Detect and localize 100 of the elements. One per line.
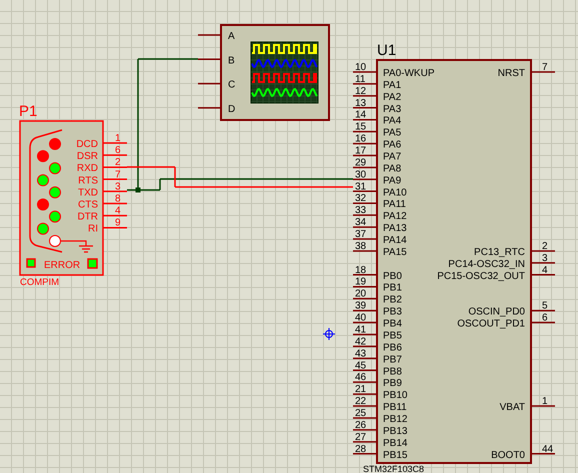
pin-number: 4 <box>115 206 121 217</box>
pin-line <box>353 178 377 180</box>
pin-number: 38 <box>355 240 366 252</box>
pin-label: PA8 <box>383 163 402 174</box>
pin-label: PB11 <box>383 402 407 414</box>
pin-number: 9 <box>115 218 121 229</box>
part-name: STM32F103C8 <box>363 464 424 473</box>
pin-label: PB5 <box>383 330 402 342</box>
pin-number: 31 <box>355 181 366 192</box>
pin-label: PA2 <box>383 92 402 103</box>
pin-line <box>353 405 377 407</box>
pin-line <box>353 274 377 276</box>
pin-number: 28 <box>355 444 366 455</box>
pin-number: 45 <box>355 360 366 372</box>
pin-label: PB12 <box>383 414 408 425</box>
pin-number: 43 <box>355 348 366 360</box>
pin-number: 1 <box>542 396 548 408</box>
pin-line <box>103 166 127 168</box>
pin-label: BOOT0 <box>491 450 525 461</box>
crosshair-icon <box>322 328 336 340</box>
pin-line <box>531 322 555 324</box>
pin-number: 37 <box>355 229 366 240</box>
pin-number: 17 <box>355 146 366 156</box>
pin-label: PB2 <box>383 294 402 306</box>
pin-label: PB6 <box>383 342 402 354</box>
pin-label: PB10 <box>383 390 408 402</box>
pin-label: OSCOUT_PD1 <box>457 318 525 330</box>
pin-number: 25 <box>355 408 366 419</box>
pin-number: 42 <box>355 336 366 348</box>
pin-number: 21 <box>355 384 366 396</box>
pin-number: 5 <box>542 300 548 312</box>
pin-label: PB3 <box>383 306 402 318</box>
pin-label: PA0-WKUP <box>383 68 434 79</box>
pin-line <box>353 429 377 431</box>
pin-number: 40 <box>355 312 366 324</box>
pin-line <box>103 154 127 156</box>
pin-line <box>198 58 221 60</box>
pin-line <box>103 190 127 192</box>
channel-label: B <box>228 55 235 66</box>
pin-number: 4 <box>542 264 548 276</box>
pin-line <box>353 298 377 300</box>
pin-number: 15 <box>355 122 366 133</box>
pin-number: 33 <box>355 205 366 216</box>
pin-line <box>103 226 127 228</box>
pin-line <box>353 238 377 240</box>
pin-number: 6 <box>115 145 121 156</box>
pin-line <box>531 262 555 264</box>
pin-label: PA10 <box>383 187 407 198</box>
pin-line <box>531 310 555 312</box>
pin-line <box>531 250 555 252</box>
pin-number: 14 <box>355 110 366 121</box>
ground-icon <box>60 240 94 253</box>
pin-label: NRST <box>498 68 525 79</box>
pin-line <box>353 214 377 216</box>
channel-label: C <box>228 80 236 91</box>
pin-line <box>353 286 377 288</box>
pin-line <box>353 358 377 360</box>
pin-line <box>353 334 377 336</box>
pin-label: PA11 <box>383 199 406 210</box>
pin-label: PB9 <box>383 378 402 390</box>
pin-line <box>353 393 377 395</box>
pin-label: PA6 <box>383 140 402 151</box>
pin-label: PB1 <box>383 282 402 294</box>
pin-number: 3 <box>115 181 121 192</box>
signal-label: DSR <box>76 151 98 162</box>
pin-number: 22 <box>355 396 366 408</box>
pin-label: PA12 <box>383 211 407 222</box>
signal-label: DCD <box>76 139 98 150</box>
pin-label: PC14-OSC32_IN <box>448 258 525 270</box>
pin-number: 3 <box>542 252 548 264</box>
pin-label: PB0 <box>383 270 402 282</box>
signal-label: RI <box>88 224 98 235</box>
pin-line <box>198 82 221 84</box>
pin-line <box>103 142 127 144</box>
pin-number: 1 <box>115 133 121 144</box>
pin-number: 2 <box>115 157 121 168</box>
pin-label: PB14 <box>383 438 408 449</box>
pin-number: 7 <box>542 62 548 73</box>
pin-label: PB7 <box>383 354 402 366</box>
pin-number: 19 <box>355 276 366 288</box>
pin-label: PB8 <box>383 366 402 378</box>
pin-line <box>531 274 555 276</box>
pin-line <box>353 71 377 73</box>
pin-number: 46 <box>355 372 366 384</box>
channel-label: D <box>228 104 236 115</box>
pin-line <box>353 370 377 371</box>
pin-number: 27 <box>355 432 366 443</box>
pin-label: PA13 <box>383 223 407 234</box>
pin-number: 29 <box>355 157 366 168</box>
pin-line <box>353 95 377 97</box>
pin-line <box>103 214 127 216</box>
pin-line <box>353 202 377 204</box>
pin-line <box>353 118 377 120</box>
pin-number: 6 <box>542 312 548 324</box>
pin-number: 41 <box>355 324 366 336</box>
pin-line <box>353 142 377 144</box>
pin-label: PA15 <box>383 246 407 258</box>
pin-label: OSCIN_PD0 <box>468 306 525 318</box>
pin-line <box>353 322 377 324</box>
pin-number: 7 <box>115 169 121 180</box>
